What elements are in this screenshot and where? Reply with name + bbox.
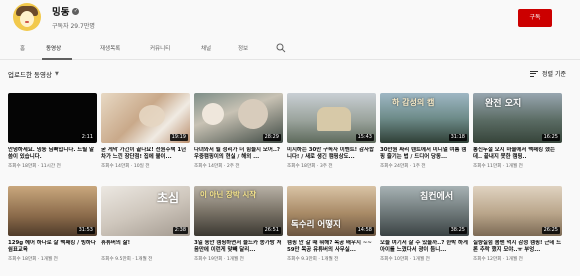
- video-duration: 14:58: [355, 227, 374, 234]
- video-thumbnail[interactable]: 15:43: [287, 93, 376, 143]
- video-card[interactable]: 초심 2:38 휴튜버의 삶! 조회수 9.5만회 · 1개월 전: [101, 186, 190, 262]
- search-icon[interactable]: [276, 43, 286, 53]
- tab-videos[interactable]: 동영상: [46, 44, 61, 52]
- channel-name[interactable]: 밍동: [52, 4, 69, 18]
- video-duration: 26:51: [262, 227, 281, 234]
- thumbnail-caption: 완전 오지: [485, 99, 522, 109]
- video-title[interactable]: 통신두절 오지 마을에서 백패킹 했는데.. 끝내지 못한 캠핑..: [473, 147, 562, 161]
- video-meta: 조회수 11만회 · 1개월 전: [473, 163, 523, 169]
- video-meta: 조회수 18만회 · 1개월 전: [8, 256, 58, 262]
- video-title[interactable]: 미지하는 30만 구독자 이벤트! 감사합니다! / 새로 생긴 캠핑상도...: [287, 147, 376, 161]
- tab-home[interactable]: 홈: [20, 44, 25, 52]
- video-card[interactable]: 2:11 안녕하세요. 밍동 님뻐입니다. 드릴 말씀이 있습니다. 조회수 1…: [8, 93, 97, 169]
- video-duration: 16:25: [541, 134, 560, 141]
- video-duration: 38:25: [448, 227, 467, 234]
- video-meta: 조회수 18만회 · 11시간 전: [8, 163, 61, 169]
- video-title[interactable]: 다녀와서 될 정리가 더 힘들지 모어..? 우중캠핑이의 현실 / 해외 ..…: [194, 147, 283, 161]
- video-card[interactable]: 28:29 다녀와서 될 정리가 더 힘들지 모어..? 우중캠핑이의 현실 /…: [194, 93, 283, 169]
- video-duration: 15:43: [355, 134, 374, 141]
- video-card[interactable]: 19:19 굳 게막 가긴이 끝나요! 전원주택 1년차가 느낀 장단점! 집에…: [101, 93, 190, 169]
- video-card[interactable]: 26:25 실량실험 봄맨 먹지 감성 캠핑! 근데 드론 추락 했지 모야..…: [473, 186, 562, 262]
- video-title[interactable]: 오늘 여기서 잘 수 있을까..? 한박 하게 아이를 느꼈다서 광이 듬니..…: [380, 240, 469, 254]
- video-thumbnail[interactable]: 2:11: [8, 93, 97, 143]
- video-thumbnail[interactable]: 19:19: [101, 93, 190, 143]
- channel-header: 밍동 ✓ 구독자 29.7만명 구독: [0, 0, 580, 38]
- tab-community[interactable]: 커뮤니티: [150, 44, 170, 52]
- tab-about[interactable]: 정보: [238, 44, 248, 52]
- video-thumbnail[interactable]: 26:25: [473, 186, 562, 236]
- video-card[interactable]: 15:43 미지하는 30만 구독자 이벤트! 감사합니다! / 새로 생긴 캠…: [287, 93, 376, 169]
- video-duration: 28:29: [262, 134, 281, 141]
- video-duration: 31:53: [76, 227, 95, 234]
- video-meta: 조회수 12만회 · 1개월 전: [473, 256, 523, 262]
- section-bar: 업로드한 동영상 ▼ 정렬 기준: [0, 62, 580, 86]
- subscriber-count: 구독자 29.7만명: [52, 23, 95, 30]
- video-duration: 19:19: [169, 134, 188, 141]
- channel-avatar[interactable]: [13, 3, 41, 31]
- active-tab-indicator: [42, 58, 72, 60]
- video-title[interactable]: 30만원 짜리 텐트에서 미니멀 여름 캠핑 즐기는 법 / 드디어 당동...: [380, 147, 469, 161]
- tab-channels[interactable]: 채널: [201, 44, 211, 52]
- avatar-mouth: [25, 21, 29, 23]
- video-meta: 조회수 10만회 · 1개월 전: [380, 256, 430, 262]
- video-thumbnail[interactable]: 완전 오지 16:25: [473, 93, 562, 143]
- video-meta: 조회수 9.5만회 · 1개월 전: [101, 256, 153, 262]
- sort-label: 정렬 기준: [542, 71, 566, 78]
- video-card[interactable]: 31:53 129g 헤어 하나로 살 백패킹 / 빙하다 쉼표교육 조회수 1…: [8, 186, 97, 262]
- thumbnail-caption: 침컨에서: [420, 192, 454, 202]
- uploads-dropdown[interactable]: 업로드한 동영상 ▼: [8, 69, 59, 79]
- video-duration: 31:18: [448, 134, 467, 141]
- channel-name-row: 밍동 ✓: [52, 4, 80, 18]
- video-thumbnail[interactable]: 독수리 어떻지 14:58: [287, 186, 376, 236]
- video-duration: 26:25: [541, 227, 560, 234]
- video-meta: 조회수 14만회 · 10일 전: [101, 163, 150, 169]
- video-thumbnail[interactable]: 28:29: [194, 93, 283, 143]
- video-meta: 조회수 24만회 · 1주 전: [380, 163, 426, 169]
- video-title[interactable]: 캠핑 안 갈 때 뭐해? 목공 배우지 ~~ 59만 목공 유튜버의 사무실..…: [287, 240, 376, 254]
- video-title[interactable]: 굳 게막 가긴이 끝나요! 전원주택 1년차가 느낀 장단점! 집에 불이...: [101, 147, 190, 161]
- video-thumbnail[interactable]: 31:53: [8, 186, 97, 236]
- thumbnail-caption: 초심: [157, 191, 180, 205]
- video-title[interactable]: 129g 헤어 하나로 살 백패킹 / 빙하다 쉼표교육: [8, 240, 97, 254]
- video-card[interactable]: 독수리 어떻지 14:58 캠핑 안 갈 때 뭐해? 목공 배우지 ~~ 59만…: [287, 186, 376, 262]
- tab-playlists[interactable]: 재생목록: [100, 44, 120, 52]
- video-thumbnail[interactable]: 침컨에서 38:25: [380, 186, 469, 236]
- video-thumbnail[interactable]: 하 감성의 캠 31:18: [380, 93, 469, 143]
- video-meta: 조회수 19만회 · 1개월 전: [194, 256, 244, 262]
- section-title: 업로드한 동영상: [8, 71, 52, 79]
- video-card[interactable]: 이 아닌 장박 시작 26:51 3일 동안 캠핑하면서 물드카 쫑가방 처음만…: [194, 186, 283, 262]
- video-meta: 조회수 18만회 · 3주 전: [287, 163, 333, 169]
- sort-button[interactable]: 정렬 기준: [530, 69, 566, 78]
- video-duration: 2:38: [172, 227, 188, 234]
- video-title[interactable]: 3일 동안 캠핑하면서 물드카 쫑가방 처음만에 이런게 맞빼 달리...: [194, 240, 283, 254]
- video-meta: 조회수 14만회 · 2주 전: [194, 163, 240, 169]
- thumbnail-caption: 이 아닌 장박 시작: [200, 190, 257, 199]
- video-meta: 조회수 9.3만회 · 1개월 전: [287, 256, 339, 262]
- thumbnail-caption: 독수리 어떻지: [291, 220, 341, 230]
- caret-down-icon: ▼: [54, 71, 59, 77]
- video-title[interactable]: 휴튜버의 삶!: [101, 240, 190, 254]
- avatar-face: [20, 11, 34, 27]
- video-card[interactable]: 완전 오지 16:25 통신두절 오지 마을에서 백패킹 했는데.. 끝내지 못…: [473, 93, 562, 169]
- video-card[interactable]: 침컨에서 38:25 오늘 여기서 잘 수 있을까..? 한박 하게 아이를 느…: [380, 186, 469, 262]
- thumbnail-caption: 하 감성의 캠: [392, 98, 435, 107]
- video-thumbnail[interactable]: 이 아닌 장박 시작 26:51: [194, 186, 283, 236]
- verified-check-icon: ✓: [72, 7, 80, 15]
- video-title[interactable]: 안녕하세요. 밍동 님뻐입니다. 드릴 말씀이 있습니다.: [8, 147, 97, 161]
- subscribe-button[interactable]: 구독: [518, 9, 552, 27]
- sort-icon: [530, 70, 538, 77]
- video-duration: 2:11: [79, 134, 95, 141]
- video-title[interactable]: 실량실험 봄맨 먹지 감성 캠핑! 근데 드론 추락 했지 모야..ㅠ 부엉..…: [473, 240, 562, 254]
- video-thumbnail[interactable]: 초심 2:38: [101, 186, 190, 236]
- video-card[interactable]: 하 감성의 캠 31:18 30만원 짜리 텐트에서 미니멀 여름 캠핑 즐기는…: [380, 93, 469, 169]
- channel-tabs: 홈 동영상 재생목록 커뮤니티 채널 정보: [0, 38, 580, 60]
